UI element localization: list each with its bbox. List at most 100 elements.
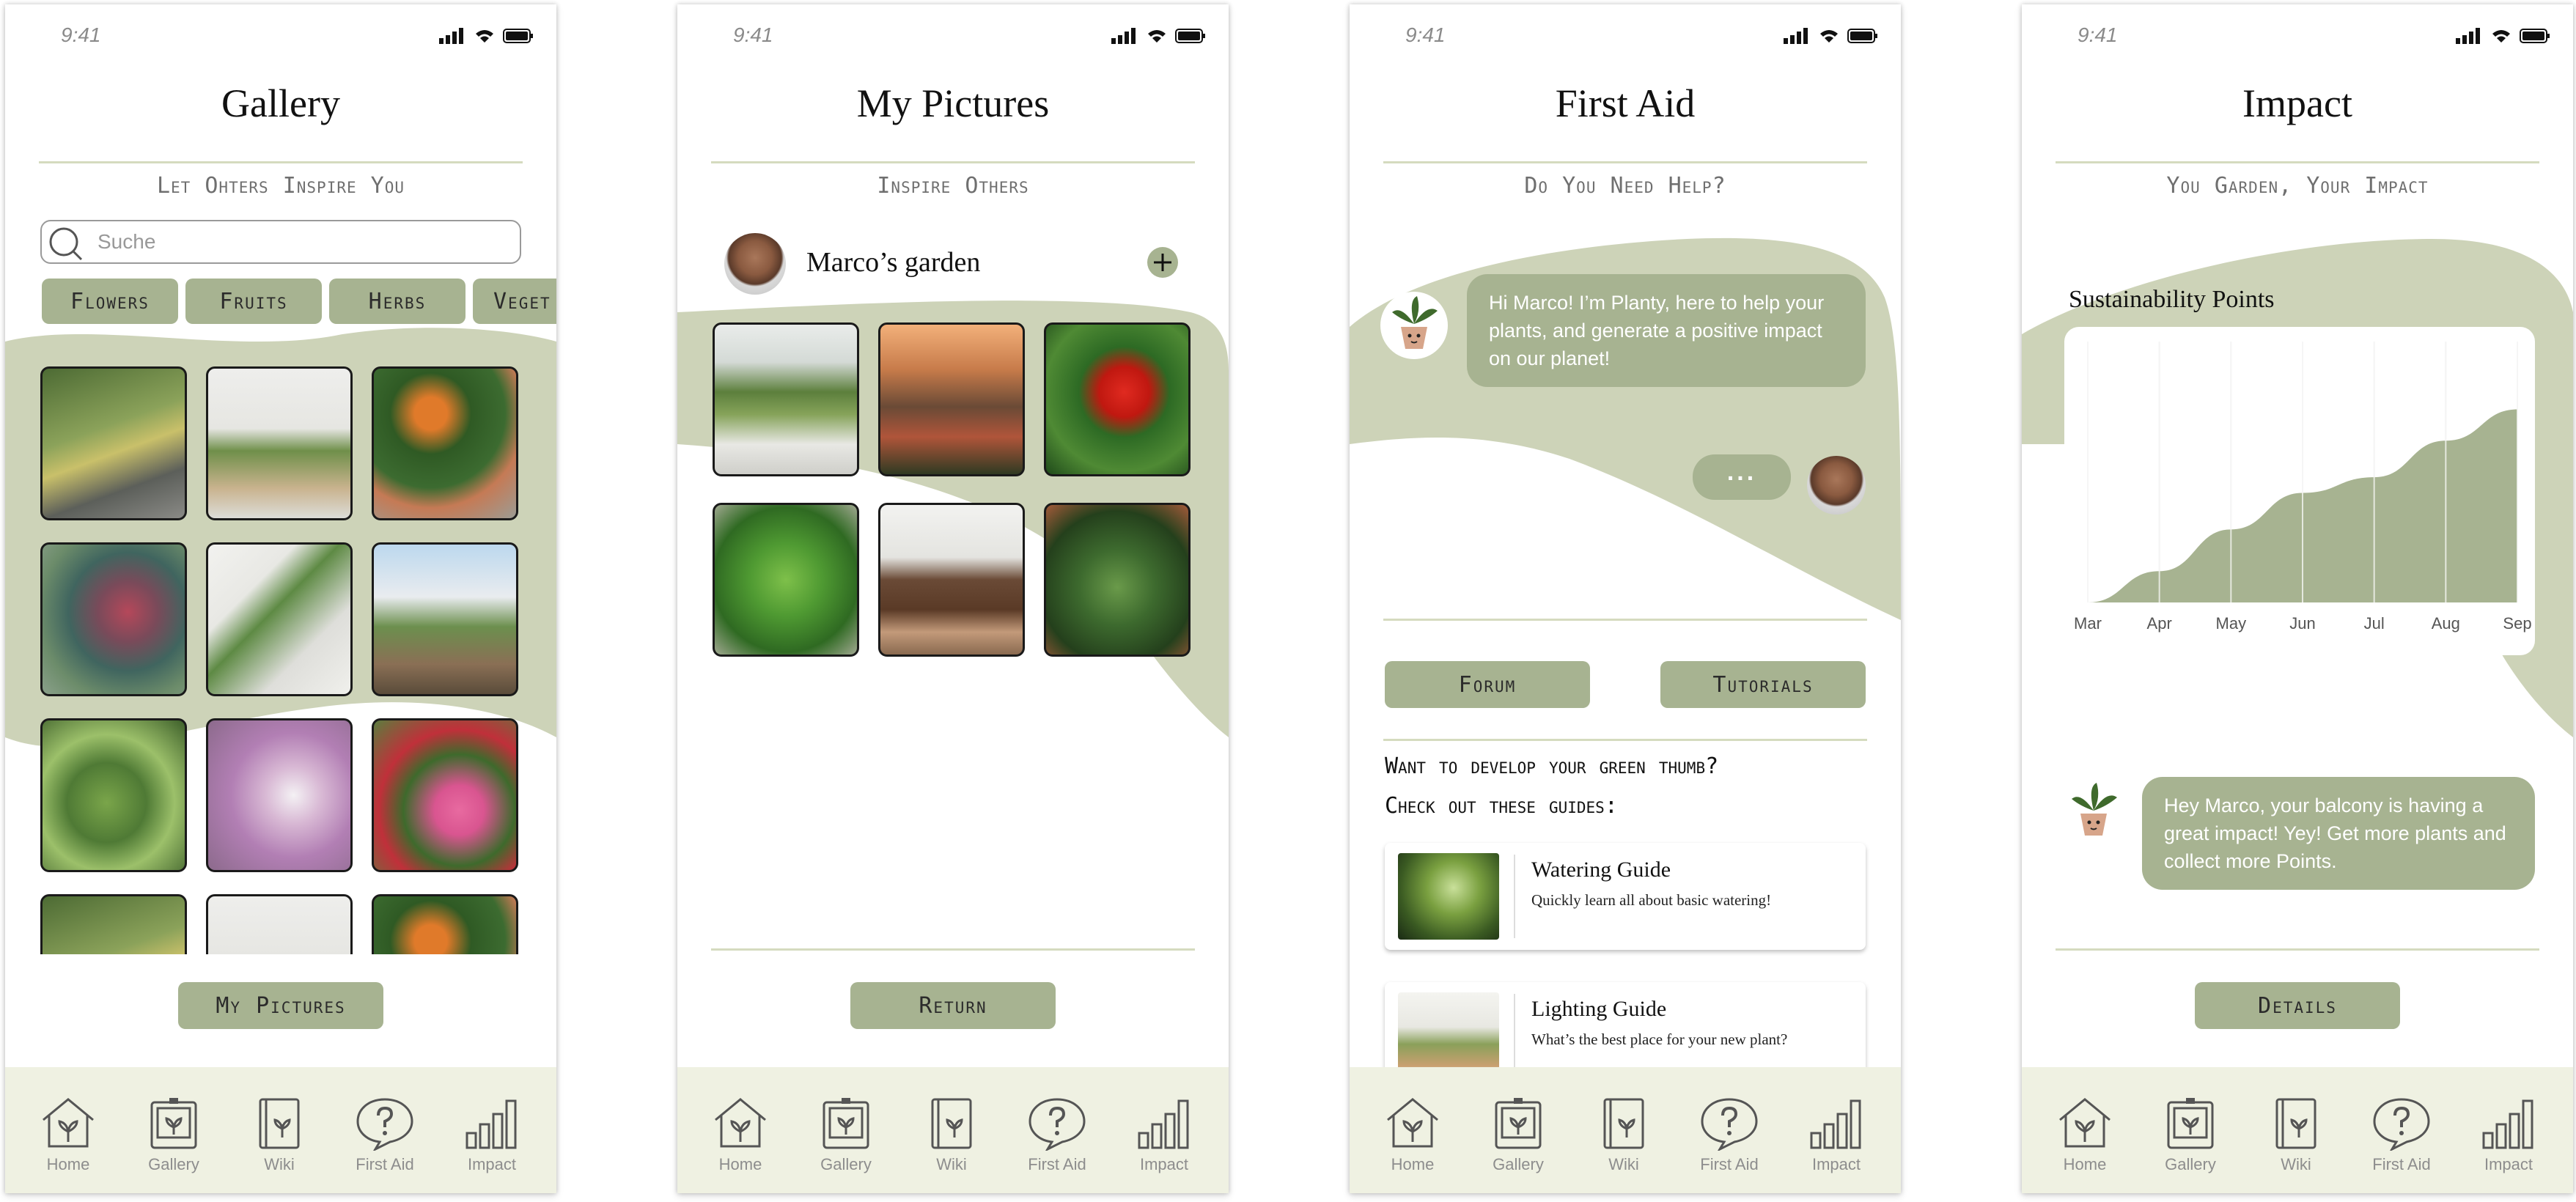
my-photo[interactable] [878, 322, 1025, 476]
forum-button[interactable]: Forum [1385, 661, 1590, 708]
nav-label: Impact [2484, 1155, 2533, 1173]
garden-name: Marco’s garden [806, 247, 981, 278]
search-input[interactable]: Suche [40, 220, 521, 264]
details-button[interactable]: Details [2195, 982, 2400, 1029]
my-photo[interactable] [1044, 322, 1191, 476]
chart-x-tick-label: Jul [2364, 614, 2385, 633]
gallery-photo[interactable] [40, 366, 187, 520]
gallery-photo[interactable] [40, 542, 187, 696]
nav-label: Home [718, 1155, 762, 1173]
status-time: 9:41 [1405, 23, 1446, 46]
gallery-photo[interactable] [206, 718, 353, 872]
nav-impact[interactable]: Impact [2465, 1095, 2553, 1174]
chart-x-tick-label: May [2216, 614, 2247, 633]
tutorials-button[interactable]: Tutorials [1660, 661, 1866, 708]
my-pictures-button[interactable]: My Pictures [178, 982, 383, 1029]
home-plant-icon [2059, 1098, 2111, 1148]
divider [1514, 994, 1515, 1077]
sustainability-chart: Mar Apr May Jun Jul Aug Sep [2074, 342, 2532, 633]
bar-chart-icon [2482, 1099, 2533, 1149]
nav-label: First Aid [356, 1155, 414, 1173]
divider [2056, 161, 2539, 163]
watering-guide-thumbnail [1398, 853, 1499, 940]
gallery-photo[interactable] [206, 366, 353, 520]
nav-first-aid[interactable]: First Aid [1013, 1095, 1101, 1174]
gallery-photo[interactable] [206, 542, 353, 696]
my-photo[interactable] [713, 322, 859, 476]
nav-wiki[interactable]: Wiki [908, 1095, 996, 1174]
chart-x-tick-label: Aug [2432, 614, 2460, 633]
nav-wiki[interactable]: Wiki [235, 1095, 323, 1174]
bottom-nav: Home Gallery Wiki First Aid Impact [1350, 1067, 1901, 1193]
nav-first-aid[interactable]: First Aid [2358, 1095, 2446, 1174]
nav-label: Wiki [264, 1155, 295, 1173]
gallery-photo[interactable] [40, 718, 187, 872]
status-bar: 9:41 [5, 21, 556, 50]
signal-wifi-battery-icon [1111, 28, 1205, 44]
nav-home[interactable]: Home [24, 1095, 112, 1174]
guides-heading-2: Check out these guides: [1385, 793, 1618, 819]
nav-impact[interactable]: Impact [448, 1095, 536, 1174]
nav-wiki[interactable]: Wiki [2252, 1095, 2340, 1174]
gallery-photo[interactable] [206, 894, 353, 954]
nav-label: Home [1391, 1155, 1435, 1173]
chip-flowers[interactable]: Flowers [42, 279, 178, 324]
nav-wiki[interactable]: Wiki [1580, 1095, 1668, 1174]
nav-label: Gallery [2165, 1155, 2216, 1173]
gallery-screen: 9:41 Gallery Let Ohters Inspire You Such… [5, 4, 556, 1193]
add-icon[interactable] [1147, 246, 1179, 279]
divider [711, 161, 1195, 163]
status-bar: 9:41 [2022, 21, 2573, 50]
gallery-icon [2167, 1098, 2214, 1149]
gallery-photo[interactable] [372, 718, 518, 872]
nav-first-aid[interactable]: First Aid [1685, 1095, 1773, 1174]
nav-label: Gallery [820, 1155, 872, 1173]
nav-gallery[interactable]: Gallery [1474, 1095, 1562, 1174]
bottom-nav: Home Gallery Wiki First Aid Impact [2022, 1067, 2573, 1193]
guide-card-watering[interactable]: Watering Guide Quickly learn all about b… [1385, 843, 1866, 950]
guide-description: Quickly learn all about basic watering! [1531, 891, 1772, 909]
signal-wifi-battery-icon [1784, 28, 1877, 44]
lighting-guide-thumbnail [1398, 992, 1499, 1079]
return-button[interactable]: Return [850, 982, 1056, 1029]
gallery-icon [823, 1098, 869, 1149]
home-plant-icon [43, 1098, 94, 1148]
nav-first-aid[interactable]: First Aid [341, 1095, 429, 1174]
my-photo[interactable] [713, 503, 859, 657]
nav-gallery[interactable]: Gallery [802, 1095, 890, 1174]
nav-gallery[interactable]: Gallery [130, 1095, 218, 1174]
nav-home[interactable]: Home [1369, 1095, 1457, 1174]
my-photo[interactable] [878, 503, 1025, 657]
nav-label: Impact [467, 1155, 517, 1173]
gallery-photo[interactable] [40, 894, 187, 954]
guide-title: Lighting Guide [1531, 997, 1667, 1021]
nav-home[interactable]: Home [696, 1095, 784, 1174]
question-bubble-icon [1028, 1098, 1086, 1151]
status-time: 9:41 [2078, 23, 2118, 46]
signal-wifi-battery-icon [2456, 28, 2550, 44]
gallery-grid [40, 366, 524, 954]
gallery-photo[interactable] [372, 366, 518, 520]
nav-impact[interactable]: Impact [1120, 1095, 1208, 1174]
my-photo[interactable] [1044, 503, 1191, 657]
impact-message-bubble: Hey Marco, your balcony is having a grea… [2142, 777, 2535, 890]
nav-impact[interactable]: Impact [1792, 1095, 1880, 1174]
avatar [724, 233, 786, 295]
bar-chart-icon [1810, 1099, 1861, 1149]
nav-label: Wiki [2281, 1155, 2311, 1173]
chart-x-tick-label: Mar [2074, 614, 2102, 633]
gallery-photo[interactable] [372, 542, 518, 696]
chip-fruits[interactable]: Fruits [185, 279, 322, 324]
wiki-book-icon [2275, 1098, 2316, 1149]
status-time: 9:41 [61, 23, 101, 46]
nav-home[interactable]: Home [2041, 1095, 2129, 1174]
divider [1383, 619, 1867, 621]
page-subtitle: Do You Need Help? [1524, 173, 1726, 199]
question-bubble-icon [356, 1098, 413, 1151]
gallery-photo[interactable] [372, 894, 518, 954]
search-placeholder: Suche [97, 230, 156, 253]
chip-herbs[interactable]: Herbs [329, 279, 465, 324]
chip-vegetables[interactable]: Veget [473, 279, 556, 324]
page-subtitle: You Garden, Your Impact [2166, 173, 2429, 199]
nav-gallery[interactable]: Gallery [2146, 1095, 2234, 1174]
